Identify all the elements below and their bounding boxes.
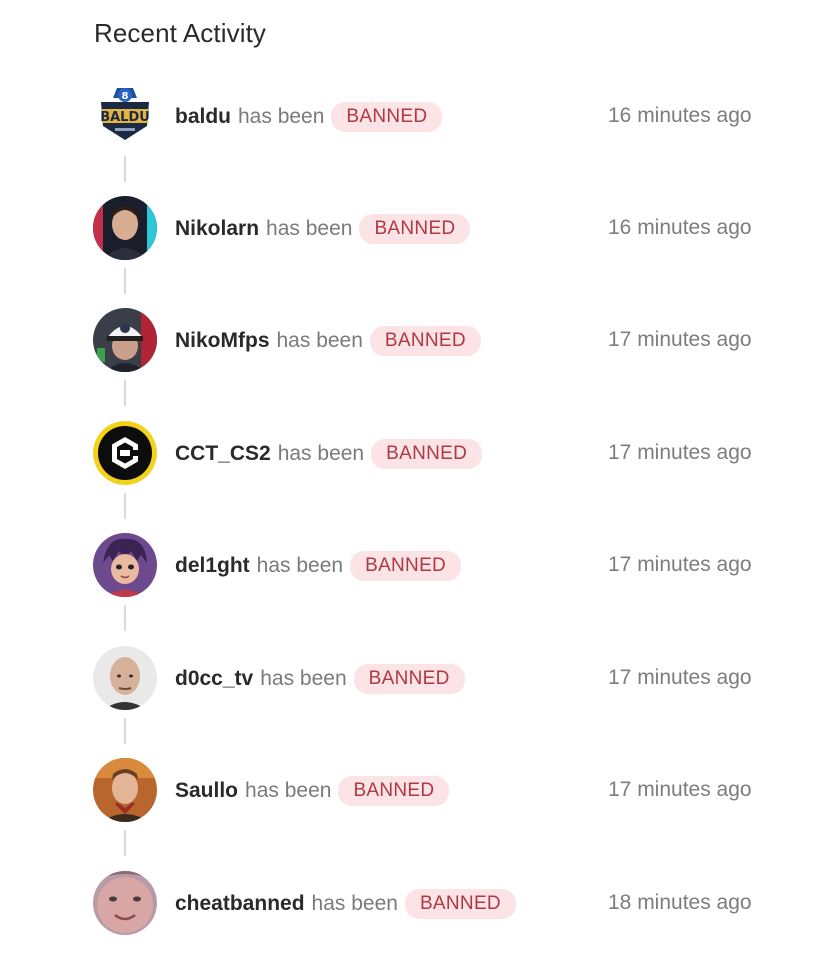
person-cap-avatar[interactable] (93, 308, 157, 372)
activity-item: NikoMfps has been BANNED 17 minutes ago (0, 308, 815, 372)
svg-text:8: 8 (122, 91, 129, 102)
timeline-connector (124, 605, 126, 631)
baldu-logo-avatar[interactable]: 8 BALDU (93, 84, 157, 148)
username-link[interactable]: cheatbanned (175, 892, 305, 916)
activity-item: 8 BALDU baldu has been BANNED 16 minutes… (0, 84, 815, 148)
activity-item: CCT_CS2 has been BANNED 17 minutes ago (0, 421, 815, 485)
timestamp: 17 minutes ago (608, 666, 752, 689)
activity-text: d0cc_tv has been BANNED (175, 664, 465, 694)
username-link[interactable]: Nikolarn (175, 217, 259, 241)
timeline-connector (124, 493, 126, 519)
status-badge: BANNED (350, 551, 462, 581)
activity-text: CCT_CS2 has been BANNED (175, 439, 483, 469)
person-avatar[interactable] (93, 758, 157, 822)
timestamp: 16 minutes ago (608, 216, 752, 239)
timestamp: 17 minutes ago (608, 778, 752, 801)
person-avatar[interactable] (93, 196, 157, 260)
action-text: has been (238, 105, 325, 128)
timeline-connector (124, 380, 126, 406)
timestamp: 17 minutes ago (608, 441, 752, 464)
timeline-connector (124, 718, 126, 744)
status-badge: BANNED (359, 214, 471, 244)
status-badge: BANNED (338, 776, 450, 806)
svg-text:BALDU: BALDU (100, 110, 150, 125)
activity-text: Nikolarn has been BANNED (175, 214, 471, 244)
activity-text: baldu has been BANNED (175, 102, 443, 132)
username-link[interactable]: CCT_CS2 (175, 442, 271, 466)
username-link[interactable]: Saullo (175, 779, 238, 803)
timeline-connector (124, 268, 126, 294)
timeline-connector (124, 830, 126, 856)
activity-item: del1ght has been BANNED 17 minutes ago (0, 533, 815, 597)
activity-text: cheatbanned has been BANNED (175, 889, 516, 919)
action-text: has been (256, 554, 344, 577)
action-text: has been (276, 329, 363, 352)
status-badge: BANNED (404, 889, 516, 919)
status-badge: BANNED (353, 664, 465, 694)
action-text: has been (311, 892, 398, 915)
timestamp: 17 minutes ago (608, 328, 752, 351)
timestamp: 18 minutes ago (608, 891, 752, 914)
person-bald-avatar[interactable] (93, 646, 157, 710)
username-link[interactable]: NikoMfps (175, 329, 270, 353)
username-link[interactable]: d0cc_tv (175, 667, 253, 691)
cartoon-avatar[interactable] (93, 533, 157, 597)
action-text: has been (260, 667, 347, 690)
activity-text: del1ght has been BANNED (175, 551, 462, 581)
timeline-connector (124, 156, 126, 182)
timestamp: 17 minutes ago (608, 553, 752, 576)
cct-logo-avatar[interactable] (93, 421, 157, 485)
status-badge: BANNED (331, 102, 443, 132)
face-closeup-avatar[interactable] (93, 871, 157, 935)
action-text: has been (245, 779, 332, 802)
action-text: has been (266, 217, 353, 240)
status-badge: BANNED (369, 326, 481, 356)
activity-feed: 8 BALDU baldu has been BANNED 16 minutes… (0, 0, 815, 956)
activity-text: Saullo has been BANNED (175, 776, 450, 806)
action-text: has been (277, 442, 365, 465)
activity-item: Nikolarn has been BANNED 16 minutes ago (0, 196, 815, 260)
timestamp: 16 minutes ago (608, 104, 752, 127)
username-link[interactable]: del1ght (175, 554, 250, 578)
activity-item: Saullo has been BANNED 17 minutes ago (0, 758, 815, 822)
activity-text: NikoMfps has been BANNED (175, 326, 481, 356)
activity-item: cheatbanned has been BANNED 18 minutes a… (0, 871, 815, 935)
username-link[interactable]: baldu (175, 105, 231, 129)
status-badge: BANNED (371, 439, 483, 469)
activity-item: d0cc_tv has been BANNED 17 minutes ago (0, 646, 815, 710)
